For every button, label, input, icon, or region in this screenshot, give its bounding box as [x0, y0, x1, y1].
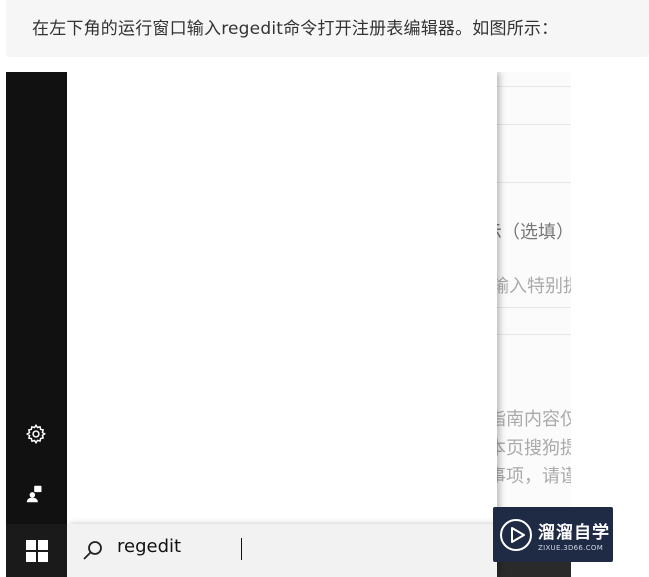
windows-logo-icon — [25, 539, 48, 562]
background-text: 指南内容仅 — [488, 409, 571, 430]
user-icon[interactable] — [23, 481, 49, 507]
search-input[interactable]: regedit — [117, 536, 477, 557]
text-caret — [241, 538, 242, 560]
caption-bar: 在左下角的运行窗口输入regedit命令打开注册表编辑器。如图所示： — [6, 0, 649, 57]
watermark-badge: 溜溜自学 ZIXUE.3D66.COM — [493, 507, 613, 562]
search-icon — [83, 541, 102, 560]
screenshot-area: 示（选填） 输入特别提 指南内容仅 本页搜狗提 事项，请谨 — [6, 72, 571, 577]
background-divider — [497, 307, 571, 308]
background-text: 事项，请谨 — [488, 466, 571, 487]
background-text: 示（选填） — [484, 222, 571, 243]
start-menu-panel — [67, 72, 497, 524]
background-divider — [497, 334, 571, 335]
background-text: 本页搜狗提 — [488, 438, 571, 459]
search-box[interactable]: regedit — [67, 524, 497, 577]
gear-icon[interactable] — [23, 421, 49, 447]
background-text: 输入特别提 — [491, 276, 571, 297]
background-page — [497, 72, 571, 577]
caption-text: 在左下角的运行窗口输入regedit命令打开注册表编辑器。如图所示： — [32, 19, 559, 39]
start-button[interactable] — [6, 524, 67, 577]
background-divider — [497, 182, 571, 183]
start-menu-rail — [6, 72, 67, 577]
watermark-title: 溜溜自学 — [538, 522, 610, 543]
watermark-url: ZIXUE.3D66.COM — [538, 543, 604, 552]
background-divider — [497, 86, 571, 87]
play-logo-icon — [500, 518, 532, 551]
background-divider — [497, 124, 571, 125]
